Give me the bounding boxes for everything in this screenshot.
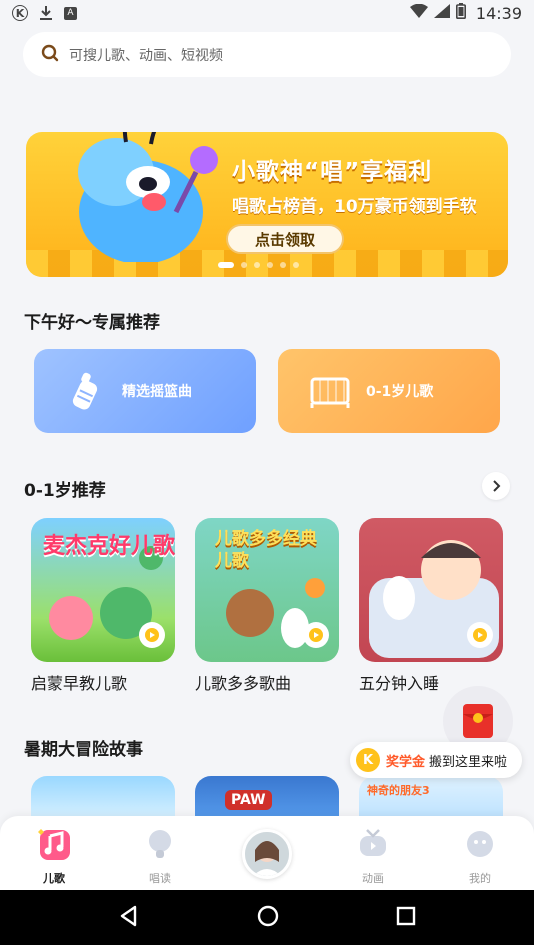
play-icon xyxy=(145,628,159,642)
lullaby-card[interactable]: 精选摇篮曲 xyxy=(34,349,256,433)
mascot-illustration xyxy=(78,132,218,262)
summer-album-3-text: 神奇的朋友3 xyxy=(367,784,430,797)
section-more-button[interactable] xyxy=(482,472,510,500)
album-label-2: 儿歌多多歌曲 xyxy=(195,674,292,693)
baby-bottle-icon xyxy=(64,369,108,413)
play-button[interactable] xyxy=(139,622,165,648)
banner-title: 小歌神“唱”享福利 xyxy=(232,159,433,185)
red-packet-icon xyxy=(463,704,493,738)
status-bar: K A 14:39 xyxy=(0,0,534,26)
pagination-dot xyxy=(254,262,260,268)
tab-animation[interactable]: 动画 xyxy=(333,816,413,890)
pagination-dot xyxy=(293,262,299,268)
pagination-dot xyxy=(267,262,273,268)
album-card-2[interactable]: 儿歌多多经典儿歌 xyxy=(195,518,339,662)
now-playing-avatar[interactable] xyxy=(242,829,292,879)
album-card-3[interactable] xyxy=(359,518,503,662)
promo-banner[interactable]: 小歌神“唱”享福利 唱歌占榜首，10万豪币领到手软 点击领取 xyxy=(26,132,508,277)
wifi-icon xyxy=(409,3,428,22)
download-icon xyxy=(38,5,54,21)
tab-label-me: 我的 xyxy=(469,872,491,885)
album-cover-text-2: 儿歌多多经典儿歌 xyxy=(215,529,317,571)
music-note-icon xyxy=(36,826,72,862)
k-coin-icon: K xyxy=(356,748,380,772)
tab-label-animation: 动画 xyxy=(362,872,384,885)
zero-one-songs-card-label: 0-1岁儿歌 xyxy=(366,384,434,400)
tab-me[interactable]: 我的 xyxy=(440,816,520,890)
tab-songs[interactable]: 儿歌 xyxy=(14,816,94,890)
status-time: 14:39 xyxy=(475,3,522,23)
play-button[interactable] xyxy=(467,622,493,648)
banner-pagination xyxy=(218,262,299,268)
search-input[interactable]: 可搜儿歌、动画、短视频 xyxy=(23,32,511,77)
album-cover-text-1: 麦杰克好儿歌 xyxy=(43,534,175,559)
tab-sing-read[interactable]: 唱读 xyxy=(120,816,200,890)
chevron-right-icon xyxy=(491,477,501,496)
search-placeholder: 可搜儿歌、动画、短视频 xyxy=(69,47,223,64)
tv-icon xyxy=(355,826,391,862)
summer-album-2-text: PAW xyxy=(225,790,272,810)
greeting-title: 下午好～专属推荐 xyxy=(24,313,160,333)
signal-icon xyxy=(433,4,450,22)
album-label-3: 五分钟入睡 xyxy=(359,674,440,693)
search-icon xyxy=(41,44,59,66)
system-nav-bar xyxy=(0,890,534,945)
microphone-icon xyxy=(142,826,178,862)
lullaby-card-label: 精选摇篮曲 xyxy=(122,384,192,400)
home-icon[interactable] xyxy=(257,905,279,931)
k-notification-icon: K xyxy=(12,5,28,21)
pagination-dot xyxy=(280,262,286,268)
zero-one-songs-card[interactable]: 0-1岁儿歌 xyxy=(278,349,500,433)
pagination-dot xyxy=(218,262,234,268)
scholarship-tooltip[interactable]: K 奖学金 搬到这里来啦 xyxy=(350,742,522,778)
reward-text: 搬到这里来啦 xyxy=(429,754,508,770)
battery-icon xyxy=(455,3,466,23)
album-label-1: 启蒙早教儿歌 xyxy=(31,674,128,693)
play-icon xyxy=(309,628,323,642)
album-card-1[interactable]: 麦杰克好儿歌 xyxy=(31,518,175,662)
play-button[interactable] xyxy=(303,622,329,648)
recents-icon[interactable] xyxy=(396,906,416,930)
banner-subtitle: 唱歌占榜首，10万豪币领到手软 xyxy=(232,197,477,217)
crib-icon xyxy=(308,369,352,413)
play-icon xyxy=(473,628,487,642)
banner-claim-button[interactable]: 点击领取 xyxy=(226,224,344,254)
pagination-dot xyxy=(241,262,247,268)
back-icon[interactable] xyxy=(118,905,140,931)
section-title-0-1: 0-1岁推荐 xyxy=(24,481,106,501)
a-notification-icon: A xyxy=(64,6,77,20)
avatar-image xyxy=(245,832,289,876)
reward-highlight: 奖学金 xyxy=(386,754,426,770)
tab-label-songs: 儿歌 xyxy=(43,872,65,885)
tab-label-sing-read: 唱读 xyxy=(149,872,171,885)
section-title-summer: 暑期大冒险故事 xyxy=(24,740,143,760)
profile-icon xyxy=(462,826,498,862)
